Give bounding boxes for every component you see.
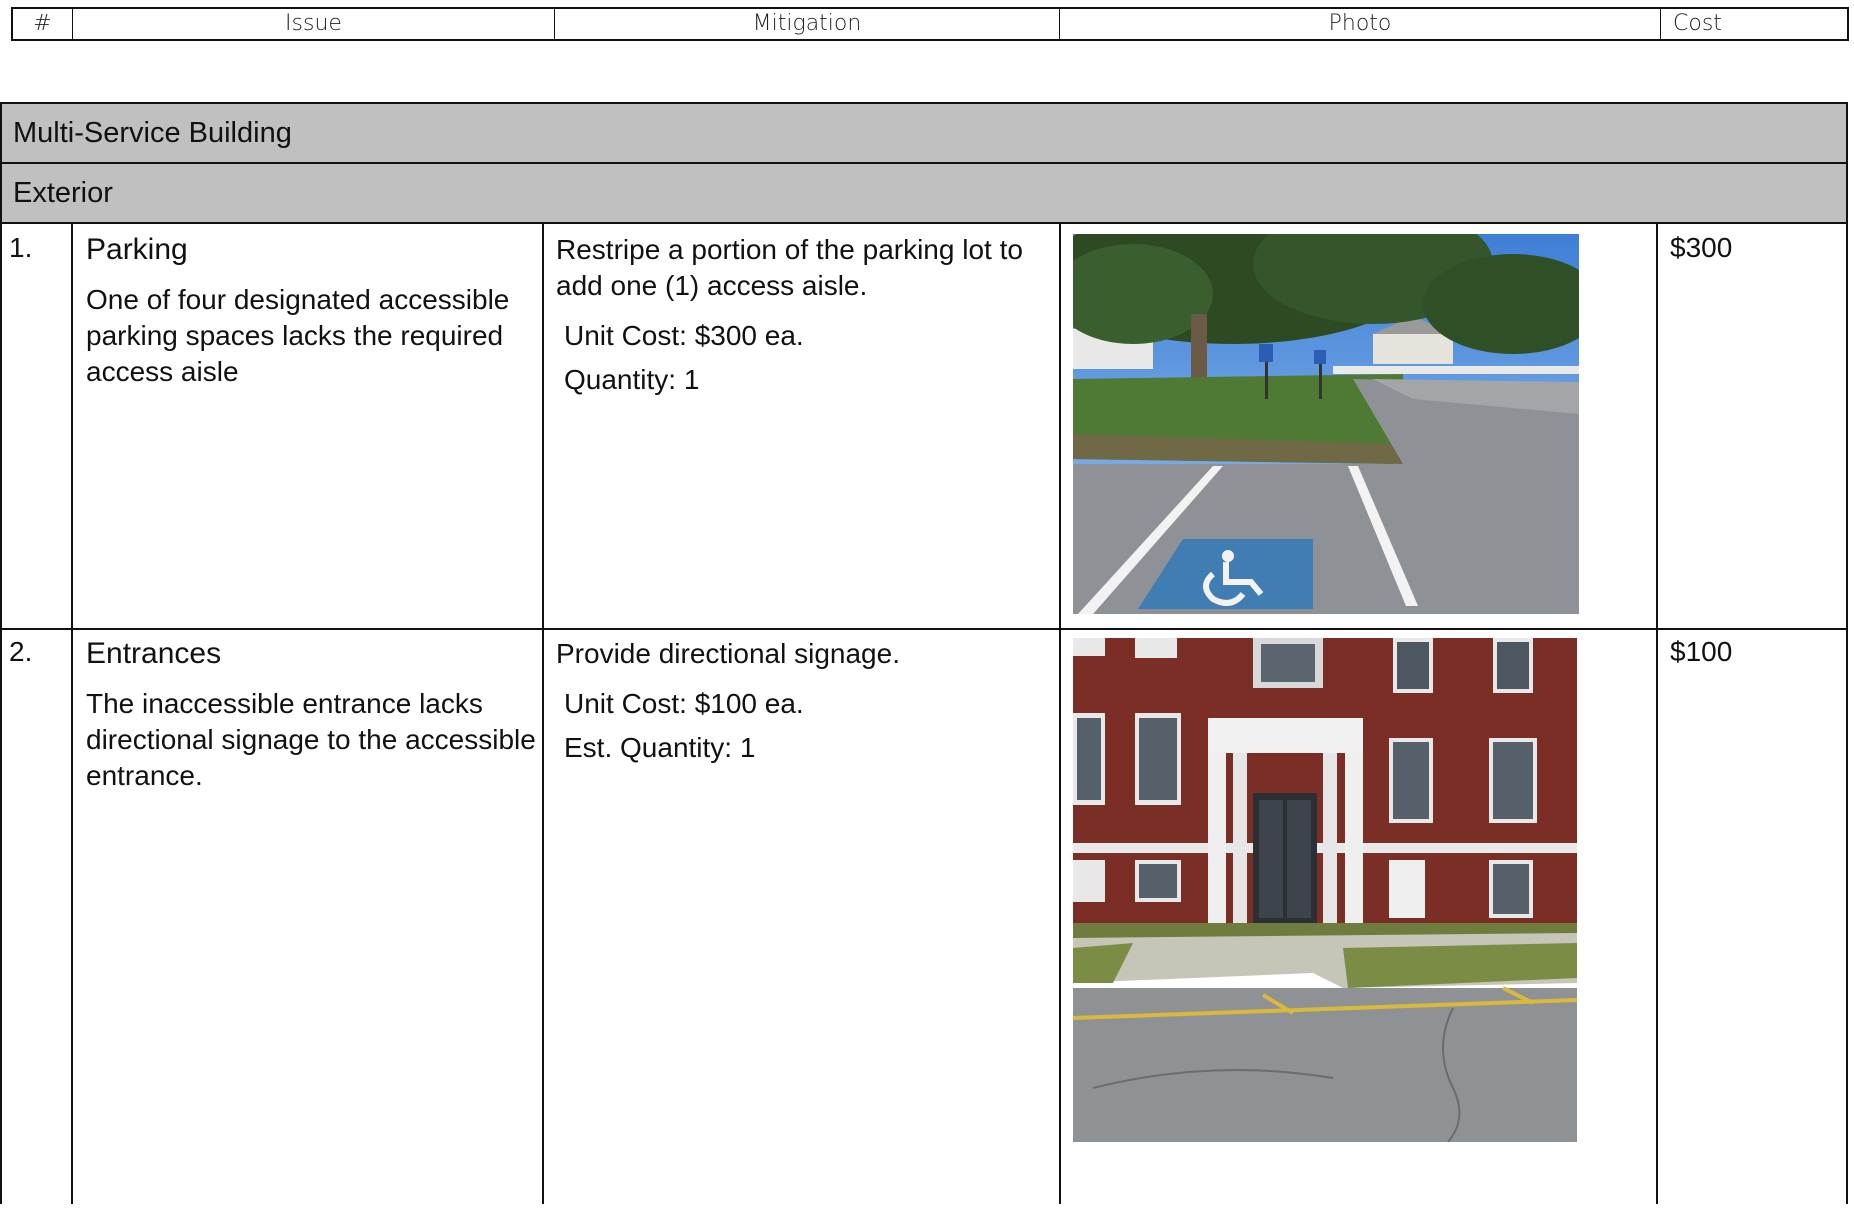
entrance-photo — [1073, 638, 1577, 1142]
mitigation-text: Provide directional signage. — [556, 638, 900, 669]
row-number: 2. — [9, 636, 33, 667]
mitigation-text: Restripe a portion of the parking lot to… — [556, 234, 1023, 301]
unit-cost: Unit Cost: $100 ea. — [564, 688, 804, 719]
issue-description: One of four designated accessible parkin… — [86, 284, 510, 387]
header-issue: Issue — [73, 9, 555, 39]
column-divider — [542, 222, 544, 1204]
header-num: # — [13, 9, 73, 39]
column-divider — [1059, 222, 1061, 1204]
unit-cost: Unit Cost: $300 ea. — [564, 320, 804, 351]
findings-table: Multi-Service Building Exterior 1. Parki… — [0, 102, 1848, 1204]
issue-title: Entrances — [86, 637, 222, 670]
quantity: Est. Quantity: 1 — [564, 732, 756, 763]
issue-title: Parking — [86, 233, 188, 266]
table-row: 2. Entrances The inaccessible entrance l… — [0, 628, 1846, 1228]
header-photo: Photo — [1060, 9, 1661, 39]
row-number: 1. — [9, 232, 33, 263]
mitigation-cell: Restripe a portion of the parking lot to… — [556, 232, 1056, 406]
header-cost: Cost — [1673, 11, 1722, 36]
section-heading: Multi-Service Building — [0, 104, 1846, 164]
issue-cell: Entrances The inaccessible entrance lack… — [86, 636, 536, 794]
issue-cell: Parking One of four designated accessibl… — [86, 232, 536, 390]
header-mitigation: Mitigation — [555, 9, 1060, 39]
subsection-heading: Exterior — [0, 164, 1846, 224]
quantity: Quantity: 1 — [564, 364, 700, 395]
column-header-table: # Issue Mitigation Photo Cost — [11, 7, 1849, 41]
cost-value: $100 — [1670, 636, 1733, 667]
cost-value: $300 — [1670, 232, 1733, 263]
issue-description: The inaccessible entrance lacks directio… — [86, 688, 536, 791]
table-border-left — [0, 102, 2, 1204]
parking-photo — [1073, 234, 1579, 614]
table-row: 1. Parking One of four designated access… — [0, 224, 1846, 630]
column-divider — [1656, 222, 1658, 1204]
column-divider — [71, 222, 73, 1204]
mitigation-cell: Provide directional signage. Unit Cost: … — [556, 636, 1056, 774]
